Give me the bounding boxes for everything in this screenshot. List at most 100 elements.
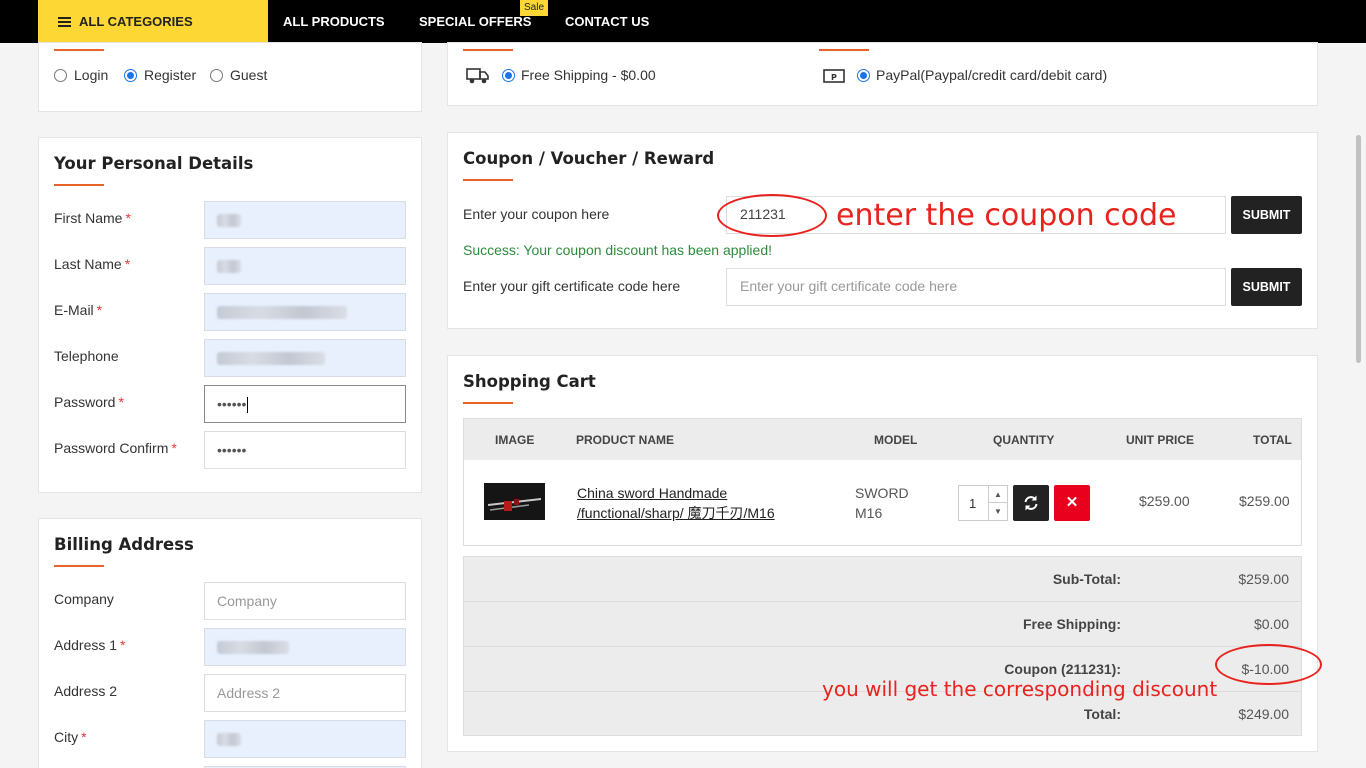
model-line1: SWORD xyxy=(855,485,909,501)
truck-icon xyxy=(466,66,490,89)
paypal-label: PayPal(Paypal/credit card/debit card) xyxy=(876,67,1108,83)
email-label: E-Mail * xyxy=(54,302,102,318)
last-name-input[interactable] xyxy=(204,247,406,285)
svg-text:P: P xyxy=(831,73,837,82)
address1-label: Address 1 * xyxy=(54,637,126,653)
city-label: City * xyxy=(54,729,87,745)
billing-address-title: Billing Address xyxy=(54,535,194,554)
nav-all-products[interactable]: ALL PRODUCTS xyxy=(283,0,385,43)
telephone-label-text: Telephone xyxy=(54,348,119,364)
gift-submit-button[interactable]: SUBMIT xyxy=(1231,268,1302,306)
register-radio[interactable] xyxy=(124,69,137,82)
page-scrollbar-thumb[interactable] xyxy=(1356,135,1361,363)
paypal-radio[interactable] xyxy=(857,69,870,82)
cart-table-header: IMAGE PRODUCT NAME MODEL QUANTITY UNIT P… xyxy=(463,418,1302,461)
redacted-value xyxy=(217,306,347,319)
redacted-value xyxy=(217,352,325,365)
password-confirm-label: Password Confirm * xyxy=(54,440,177,456)
all-categories-label: ALL CATEGORIES xyxy=(79,14,193,29)
totals-divider xyxy=(464,601,1301,602)
company-label: Company xyxy=(54,591,114,607)
email-input[interactable] xyxy=(204,293,406,331)
shipping-payment-panel: Free Shipping - $0.00 P PayPal(Paypal/cr… xyxy=(447,42,1318,106)
required-mark: * xyxy=(118,394,124,410)
coupon-annotation-oval xyxy=(717,194,827,237)
password-confirm-input[interactable]: •••••• xyxy=(204,431,406,469)
nav-contact-us[interactable]: CONTACT US xyxy=(565,0,649,43)
personal-details-panel: Your Personal Details First Name * Last N… xyxy=(38,137,422,493)
required-mark: * xyxy=(120,637,126,653)
grand-total-value: $249.00 xyxy=(1238,706,1289,722)
address2-label-text: Address 2 xyxy=(54,683,118,699)
register-label: Register xyxy=(144,67,197,83)
title-underline xyxy=(54,184,104,186)
company-placeholder: Company xyxy=(217,593,277,609)
password-confirm-value: •••••• xyxy=(217,442,247,458)
remove-item-button[interactable]: ✕ xyxy=(1054,485,1090,521)
discount-annotation-oval xyxy=(1215,644,1322,685)
city-input[interactable] xyxy=(204,720,406,758)
redacted-value xyxy=(217,733,241,746)
login-radio[interactable] xyxy=(54,69,67,82)
coupon-submit-button[interactable]: SUBMIT xyxy=(1231,196,1302,234)
discount-annotation-text: you will get the corresponding discount xyxy=(822,677,1218,701)
password-label-text: Password xyxy=(54,394,116,410)
header-total: TOTAL xyxy=(1253,433,1292,447)
first-name-input[interactable] xyxy=(204,201,406,239)
telephone-label: Telephone xyxy=(54,348,119,364)
product-thumbnail[interactable] xyxy=(484,483,545,520)
quantity-up-icon[interactable]: ▲ xyxy=(988,486,1007,503)
address1-input[interactable] xyxy=(204,628,406,666)
subtotal-value: $259.00 xyxy=(1238,571,1289,587)
gift-certificate-input[interactable]: Enter your gift certificate code here xyxy=(726,268,1226,306)
telephone-input[interactable] xyxy=(204,339,406,377)
shopping-cart-title: Shopping Cart xyxy=(463,372,596,391)
first-name-label-text: First Name xyxy=(54,210,123,226)
coupon-title: Coupon / Voucher / Reward xyxy=(463,149,715,168)
gift-certificate-placeholder: Enter your gift certificate code here xyxy=(740,278,958,294)
free-shipping-radio[interactable] xyxy=(502,69,515,82)
last-name-label: Last Name * xyxy=(54,256,130,272)
title-underline xyxy=(54,49,104,51)
cart-totals: Sub-Total: $259.00 Free Shipping: $0.00 … xyxy=(463,556,1302,736)
coupon-discount-label: Coupon (211231): xyxy=(1004,661,1121,677)
required-mark: * xyxy=(171,440,177,456)
address2-input[interactable]: Address 2 xyxy=(204,674,406,712)
coupon-success-message: Success: Your coupon discount has been a… xyxy=(463,242,773,258)
quantity-stepper[interactable]: 1 ▲ ▼ xyxy=(958,485,1008,521)
product-name-link[interactable]: China sword Handmade /functional/sharp/ … xyxy=(577,483,775,523)
guest-radio[interactable] xyxy=(210,69,223,82)
title-underline xyxy=(819,49,869,51)
menu-icon xyxy=(58,15,71,29)
first-name-label: First Name * xyxy=(54,210,131,226)
guest-label: Guest xyxy=(230,67,268,83)
quantity-value: 1 xyxy=(969,496,977,511)
required-mark: * xyxy=(124,256,131,272)
billing-address-panel: Billing Address Company Company Address … xyxy=(38,518,422,768)
paypal-icon: P xyxy=(823,69,845,87)
all-categories-button[interactable]: ALL CATEGORIES xyxy=(38,0,268,43)
sale-badge: Sale xyxy=(520,0,549,16)
quantity-down-icon[interactable]: ▼ xyxy=(988,503,1007,520)
company-input[interactable]: Company xyxy=(204,582,406,620)
redacted-value xyxy=(217,260,241,273)
redacted-value xyxy=(217,214,241,227)
address1-label-text: Address 1 xyxy=(54,637,118,653)
cart-item-row: China sword Handmade /functional/sharp/ … xyxy=(463,460,1302,546)
title-underline xyxy=(463,179,513,181)
text-cursor xyxy=(247,397,249,414)
password-value: •••••• xyxy=(217,396,247,412)
product-name-line1: China sword Handmade xyxy=(577,485,728,501)
nav-special-offers[interactable]: SPECIAL OFFERS xyxy=(419,0,531,43)
title-underline xyxy=(54,565,104,567)
title-underline xyxy=(463,402,513,404)
coupon-annotation-text: enter the coupon code xyxy=(836,198,1177,233)
email-label-text: E-Mail xyxy=(54,302,94,318)
gift-certificate-label: Enter your gift certificate code here xyxy=(463,278,681,294)
address2-label: Address 2 xyxy=(54,683,117,699)
top-nav: ALL CATEGORIES ALL PRODUCTS SPECIAL OFFE… xyxy=(0,0,1366,43)
redacted-value xyxy=(217,641,289,654)
password-input[interactable]: •••••• xyxy=(204,385,406,423)
product-name-line2: /functional/sharp/ 魔刀千刃/M16 xyxy=(577,505,775,521)
update-quantity-button[interactable] xyxy=(1013,485,1049,521)
